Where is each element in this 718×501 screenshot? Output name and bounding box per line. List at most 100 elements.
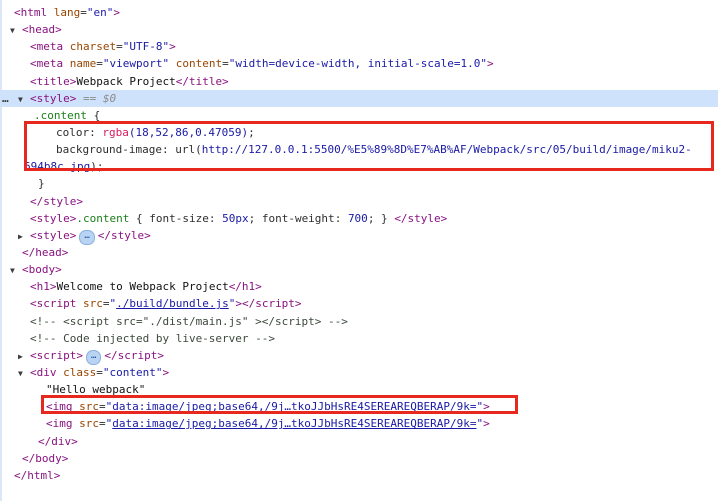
dom-tree-row[interactable]: <!-- Code injected by live-server --> — [0, 330, 718, 347]
show-more-button[interactable]: … — [79, 230, 94, 245]
dom-tree-row[interactable]: <img src="data:image/jpeg;base64,/9j…tko… — [0, 415, 718, 432]
css-function-token: rgba — [102, 126, 129, 139]
dom-tree-row[interactable]: "Hello webpack" — [0, 381, 718, 398]
chevron-right-icon[interactable]: ▶ — [18, 348, 30, 365]
punctuation-token: : — [162, 143, 175, 156]
tag-token: <meta — [30, 57, 70, 70]
tag-token: </div> — [38, 435, 78, 448]
tag-token: > — [483, 417, 490, 430]
tag-token: <head> — [22, 23, 62, 36]
tag-token: </script> — [104, 349, 164, 362]
dom-tree-row[interactable]: ▼<head> — [0, 21, 718, 38]
tag-token: </body> — [22, 452, 68, 465]
resource-link[interactable]: data:image/jpeg;base64,/9j…tkoJJbHsRE4SE… — [112, 400, 476, 413]
css-property-token: font-size — [149, 212, 209, 225]
tag-token: </style> — [30, 195, 83, 208]
dom-tree-row[interactable]: 694b8c.jpg); — [0, 158, 718, 175]
css-property-token: font-weight — [262, 212, 335, 225]
tag-token: <img — [46, 400, 79, 413]
attribute-name-token: src — [79, 417, 99, 430]
chevron-down-icon[interactable]: ▼ — [18, 91, 30, 108]
dom-tree-row[interactable]: </html> — [0, 467, 718, 484]
dom-tree-row[interactable]: <meta charset="UTF-8"> — [0, 38, 718, 55]
dom-tree-row[interactable]: <html lang="en"> — [0, 4, 718, 21]
dom-tree-row[interactable]: <title>Webpack Project</title> — [0, 73, 718, 90]
dom-tree-row[interactable]: </body> — [0, 450, 718, 467]
css-value-token: 694b8c.jpg — [24, 160, 90, 173]
punctuation-token: ; — [249, 212, 262, 225]
punctuation-token: ; } — [368, 212, 395, 225]
css-selector-token: .content — [34, 109, 87, 122]
comment-token: <!-- Code injected by live-server --> — [30, 332, 275, 345]
attribute-name-token: name — [70, 57, 97, 70]
tag-token: > — [169, 40, 176, 53]
punctuation-token: = — [96, 57, 103, 70]
tag-token: <img — [46, 417, 79, 430]
dom-tree-row[interactable]: </style> — [0, 193, 718, 210]
punctuation-token: url( — [175, 143, 202, 156]
tag-token: </style> — [98, 229, 151, 242]
dom-tree-row[interactable]: } — [0, 175, 718, 192]
tag-token: <body> — [22, 263, 62, 276]
tag-token: <style> — [30, 212, 76, 225]
dom-tree-row[interactable]: …▼<style> == $0 — [0, 90, 718, 107]
tag-token: > — [487, 57, 494, 70]
dom-tree-row[interactable]: <!-- <script src="./dist/main.js" ></scr… — [0, 313, 718, 330]
dom-tree-row[interactable]: <meta name="viewport" content="width=dev… — [0, 55, 718, 72]
dom-tree-row[interactable]: <h1>Welcome to Webpack Project</h1> — [0, 278, 718, 295]
tag-token: <title> — [30, 75, 76, 88]
dom-tree-row[interactable]: ▶<script>…</script> — [0, 347, 718, 364]
css-value-token: (18,52,86,0.47059) — [129, 126, 248, 139]
resource-link[interactable]: data:image/jpeg;base64,/9j…tkoJJbHsRE4SE… — [112, 417, 476, 430]
tag-token: </style> — [394, 212, 447, 225]
attribute-value-token: "width=device-width, initial-scale=1.0" — [229, 57, 487, 70]
css-property-token: color — [56, 126, 89, 139]
css-selector-token: .content — [76, 212, 129, 225]
tag-token: <style> — [30, 92, 76, 105]
row-menu-dots-icon[interactable]: … — [2, 90, 18, 107]
chevron-down-icon[interactable]: ▼ — [10, 262, 22, 279]
punctuation-token: { — [129, 212, 149, 225]
chevron-right-icon[interactable]: ▶ — [18, 228, 30, 245]
tag-token: </head> — [22, 246, 68, 259]
dom-tree-row[interactable]: ▼<div class="content"> — [0, 364, 718, 381]
tag-token: <meta — [30, 40, 70, 53]
dom-tree-row[interactable]: ▶<style>…</style> — [0, 227, 718, 244]
text-token: "Hello webpack" — [46, 383, 145, 396]
attribute-name-token: content — [169, 57, 222, 70]
punctuation-token: = — [80, 6, 87, 19]
css-value-token: 50px — [222, 212, 249, 225]
dom-tree-row[interactable]: color: rgba(18,52,86,0.47059); — [0, 124, 718, 141]
tag-token: <h1> — [30, 280, 57, 293]
dom-tree-row[interactable]: ▼<body> — [0, 261, 718, 278]
tag-token: <script> — [30, 349, 83, 362]
show-more-button[interactable]: … — [86, 350, 101, 365]
text-token: Webpack Project — [76, 75, 175, 88]
comment-token: <!-- <script src="./dist/main.js" ></scr… — [30, 315, 348, 328]
resource-link[interactable]: ./build/bundle.js — [116, 297, 229, 310]
attribute-value-token: "UTF-8" — [123, 40, 169, 53]
tag-token: </h1> — [229, 280, 262, 293]
dom-tree-row[interactable]: <img src="data:image/jpeg;base64,/9j…tko… — [0, 398, 718, 415]
dom-tree-row[interactable]: <script src="./build/bundle.js"></script… — [0, 295, 718, 312]
attribute-name-token: charset — [70, 40, 116, 53]
attribute-value-token: "content" — [103, 366, 163, 379]
punctuation-token: : — [209, 212, 222, 225]
punctuation-token: ); — [90, 160, 103, 173]
dom-tree-row[interactable]: <style>.content { font-size: 50px; font-… — [0, 210, 718, 227]
elements-panel: <html lang="en">▼<head><meta charset="UT… — [0, 0, 718, 501]
chevron-down-icon[interactable]: ▼ — [10, 22, 22, 39]
dom-tree-row[interactable]: .content { — [0, 107, 718, 124]
attribute-value-token: "en" — [87, 6, 114, 19]
punctuation-token: = — [116, 40, 123, 53]
css-property-token: background-image — [56, 143, 162, 156]
chevron-down-icon[interactable]: ▼ — [18, 365, 30, 382]
dom-tree-row[interactable]: </div> — [0, 433, 718, 450]
tag-token: <div — [30, 366, 63, 379]
dom-tree-row[interactable]: </head> — [0, 244, 718, 261]
tag-token: ></script> — [235, 297, 301, 310]
punctuation-token: { — [87, 109, 100, 122]
attribute-name-token: src — [79, 400, 99, 413]
dom-tree-row[interactable]: background-image: url(http://127.0.0.1:5… — [0, 141, 718, 158]
punctuation-token: ; — [248, 126, 255, 139]
